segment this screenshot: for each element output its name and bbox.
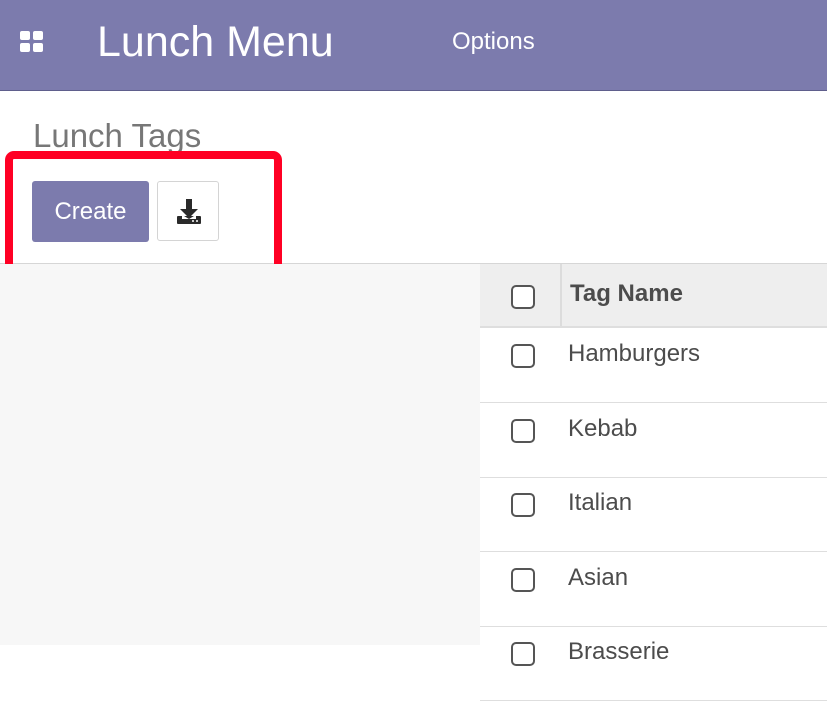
row-checkbox[interactable] bbox=[511, 493, 535, 517]
column-header-tag-name[interactable]: Tag Name bbox=[570, 280, 683, 308]
row-checkbox[interactable] bbox=[511, 568, 535, 592]
table-row[interactable]: Kebab bbox=[480, 403, 827, 478]
table-row[interactable]: Asian bbox=[480, 552, 827, 627]
app-title: Lunch Menu bbox=[97, 18, 334, 66]
row-tag-name: Brasserie bbox=[568, 638, 670, 665]
table-row[interactable]: Brasserie bbox=[480, 626, 827, 701]
create-button[interactable]: Create bbox=[32, 181, 149, 242]
column-divider bbox=[560, 264, 562, 326]
row-checkbox[interactable] bbox=[511, 344, 535, 368]
row-tag-name: Italian bbox=[568, 489, 633, 516]
row-tag-name: Hamburgers bbox=[568, 340, 701, 367]
search-panel bbox=[0, 264, 480, 645]
row-tag-name: Asian bbox=[568, 564, 629, 591]
row-tag-name: Kebab bbox=[568, 415, 638, 442]
list-view: Tag Name Hamburgers Kebab Italian Asian … bbox=[480, 264, 827, 701]
download-button[interactable] bbox=[157, 181, 219, 241]
download-icon bbox=[177, 199, 201, 224]
table-row[interactable]: Italian bbox=[480, 477, 827, 552]
table-row[interactable]: Hamburgers bbox=[480, 328, 827, 403]
options-menu[interactable]: Options bbox=[452, 27, 535, 57]
apps-menu-icon[interactable] bbox=[20, 31, 44, 53]
select-all-checkbox[interactable] bbox=[511, 285, 535, 309]
breadcrumb: Lunch Tags bbox=[33, 117, 202, 154]
row-checkbox[interactable] bbox=[511, 419, 535, 443]
list-header: Tag Name bbox=[480, 264, 827, 328]
top-navbar: Lunch Menu Options bbox=[0, 0, 827, 91]
row-checkbox[interactable] bbox=[511, 642, 535, 666]
